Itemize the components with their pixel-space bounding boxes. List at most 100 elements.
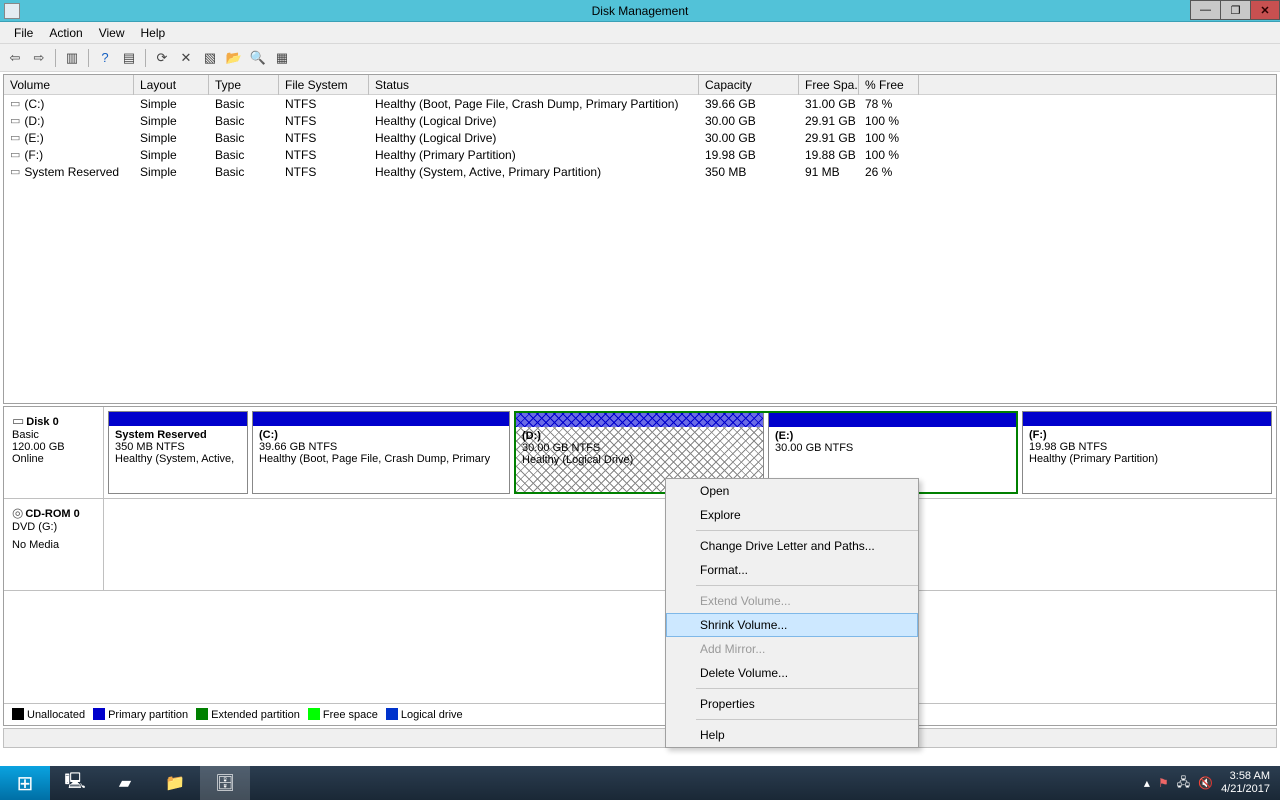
open-icon[interactable]: 📂 — [223, 47, 245, 69]
col-layout[interactable]: Layout — [134, 75, 209, 95]
cm-properties[interactable]: Properties — [666, 692, 918, 716]
refresh-icon[interactable]: ⟳ — [151, 47, 173, 69]
taskbar-explorer[interactable]: 📁 — [150, 766, 200, 800]
cm-extend-volume: Extend Volume... — [666, 589, 918, 613]
partition-status: Healthy (Primary Partition) — [1029, 453, 1265, 465]
volume-icon: ▭ — [10, 148, 20, 161]
forward-icon[interactable]: ⇨ — [28, 47, 50, 69]
tray-flag-icon[interactable]: ⚑ — [1158, 776, 1169, 790]
partition-header — [516, 413, 763, 427]
minimize-button[interactable]: — — [1190, 0, 1220, 20]
partition-system-reserved[interactable]: System Reserved 350 MB NTFS Healthy (Sys… — [108, 411, 248, 494]
menu-action[interactable]: Action — [41, 23, 90, 43]
tray-volume-icon[interactable]: 🔇 — [1198, 776, 1213, 790]
statusbar — [3, 728, 1277, 748]
start-button[interactable]: ⊞ — [0, 766, 50, 800]
cm-delete-volume[interactable]: Delete Volume... — [666, 661, 918, 685]
disk-icon[interactable]: ▦ — [271, 47, 293, 69]
search-icon[interactable]: 🔍 — [247, 47, 269, 69]
volume-icon: ▭ — [10, 131, 20, 144]
disk-type: Basic — [12, 429, 97, 441]
partition-f[interactable]: (F:) 19.98 GB NTFS Healthy (Primary Part… — [1022, 411, 1272, 494]
view-list-icon[interactable]: ▥ — [61, 47, 83, 69]
taskbar: ⊞ 🖳 ▰ 📁 🗄 ▴ ⚑ 🖧 🔇 3:58 AM 4/21/2017 — [0, 766, 1280, 800]
divider — [696, 688, 918, 689]
col-status[interactable]: Status — [369, 75, 699, 95]
col-fs[interactable]: File System — [279, 75, 369, 95]
legend-primary: Primary partition — [108, 709, 188, 721]
partition-name: (F:) — [1029, 429, 1265, 441]
legend-unallocated: Unallocated — [27, 709, 85, 721]
taskbar-disk-management[interactable]: 🗄 — [200, 766, 250, 800]
maximize-button[interactable]: ❐ — [1220, 0, 1250, 20]
cm-open[interactable]: Open — [666, 479, 918, 503]
toolbar: ⇦ ⇨ ▥ ? ▤ ⟳ ✕ ▧ 📂 🔍 ▦ — [0, 44, 1280, 72]
volume-icon: ▭ — [10, 114, 20, 127]
divider — [696, 585, 918, 586]
menu-help[interactable]: Help — [133, 23, 174, 43]
swatch-primary-icon — [93, 708, 105, 720]
partition-status: Healthy (Boot, Page File, Crash Dump, Pr… — [259, 453, 503, 465]
volume-list: Volume Layout Type File System Status Ca… — [3, 74, 1277, 404]
partition-size: 30.00 GB NTFS — [522, 442, 757, 454]
cm-format[interactable]: Format... — [666, 558, 918, 582]
help-icon[interactable]: ? — [94, 47, 116, 69]
cdrom-name: CD-ROM 0 — [25, 508, 79, 520]
taskbar-powershell[interactable]: ▰ — [100, 766, 150, 800]
cm-shrink-volume[interactable]: Shrink Volume... — [666, 613, 918, 637]
cdrom-status: No Media — [12, 539, 97, 551]
table-row[interactable]: ▭(E:)SimpleBasicNTFSHealthy (Logical Dri… — [4, 129, 1276, 146]
table-row[interactable]: ▭System ReservedSimpleBasicNTFSHealthy (… — [4, 163, 1276, 180]
disk-row-0: ▭Disk 0 Basic 120.00 GB Online System Re… — [4, 407, 1276, 499]
divider — [696, 719, 918, 720]
tray-chevron-icon[interactable]: ▴ — [1144, 776, 1150, 790]
delete-icon[interactable]: ✕ — [175, 47, 197, 69]
disk-size: 120.00 GB — [12, 441, 97, 453]
partition-size: 39.66 GB NTFS — [259, 441, 503, 453]
divider — [55, 49, 56, 67]
cdrom-type: DVD (G:) — [12, 521, 97, 533]
partition-header — [1023, 412, 1271, 426]
legend: Unallocated Primary partition Extended p… — [4, 703, 1276, 725]
partition-header — [769, 413, 1016, 427]
properties-icon[interactable]: ▧ — [199, 47, 221, 69]
divider — [145, 49, 146, 67]
disk-label[interactable]: ▭Disk 0 Basic 120.00 GB Online — [4, 407, 104, 498]
partition-size: 350 MB NTFS — [115, 441, 241, 453]
volume-list-header: Volume Layout Type File System Status Ca… — [4, 75, 1276, 95]
legend-extended: Extended partition — [211, 709, 300, 721]
partition-name: System Reserved — [115, 429, 241, 441]
volume-icon: ▭ — [10, 97, 20, 110]
window-title: Disk Management — [0, 4, 1280, 18]
cdrom-label[interactable]: ◎CD-ROM 0 DVD (G:) No Media — [4, 499, 104, 590]
partition-name: (E:) — [775, 430, 1010, 442]
back-icon[interactable]: ⇦ — [4, 47, 26, 69]
menu-file[interactable]: File — [6, 23, 41, 43]
col-type[interactable]: Type — [209, 75, 279, 95]
clock-time: 3:58 AM — [1221, 770, 1270, 783]
cm-help[interactable]: Help — [666, 723, 918, 747]
col-pct[interactable]: % Free — [859, 75, 919, 95]
taskbar-server-manager[interactable]: 🖳 — [50, 766, 100, 800]
menu-view[interactable]: View — [91, 23, 133, 43]
col-capacity[interactable]: Capacity — [699, 75, 799, 95]
partition-c[interactable]: (C:) 39.66 GB NTFS Healthy (Boot, Page F… — [252, 411, 510, 494]
clock[interactable]: 3:58 AM 4/21/2017 — [1221, 770, 1270, 796]
cm-explore[interactable]: Explore — [666, 503, 918, 527]
col-free[interactable]: Free Spa... — [799, 75, 859, 95]
close-button[interactable]: ✕ — [1250, 0, 1280, 20]
system-tray: ▴ ⚑ 🖧 🔇 3:58 AM 4/21/2017 — [1144, 770, 1280, 796]
tray-network-icon[interactable]: 🖧 — [1177, 773, 1190, 794]
cm-add-mirror: Add Mirror... — [666, 637, 918, 661]
cdrom-icon: ◎ — [12, 505, 23, 520]
table-row[interactable]: ▭(D:)SimpleBasicNTFSHealthy (Logical Dri… — [4, 112, 1276, 129]
table-row[interactable]: ▭(C:)SimpleBasicNTFSHealthy (Boot, Page … — [4, 95, 1276, 112]
partition-size: 30.00 GB NTFS — [775, 442, 1010, 454]
cm-change-drive-letter[interactable]: Change Drive Letter and Paths... — [666, 534, 918, 558]
volume-icon: ▭ — [10, 165, 20, 178]
col-volume[interactable]: Volume — [4, 75, 134, 95]
partition-name: (D:) — [522, 430, 757, 442]
table-row[interactable]: ▭(F:)SimpleBasicNTFSHealthy (Primary Par… — [4, 146, 1276, 163]
swatch-free-icon — [308, 708, 320, 720]
settings-icon[interactable]: ▤ — [118, 47, 140, 69]
